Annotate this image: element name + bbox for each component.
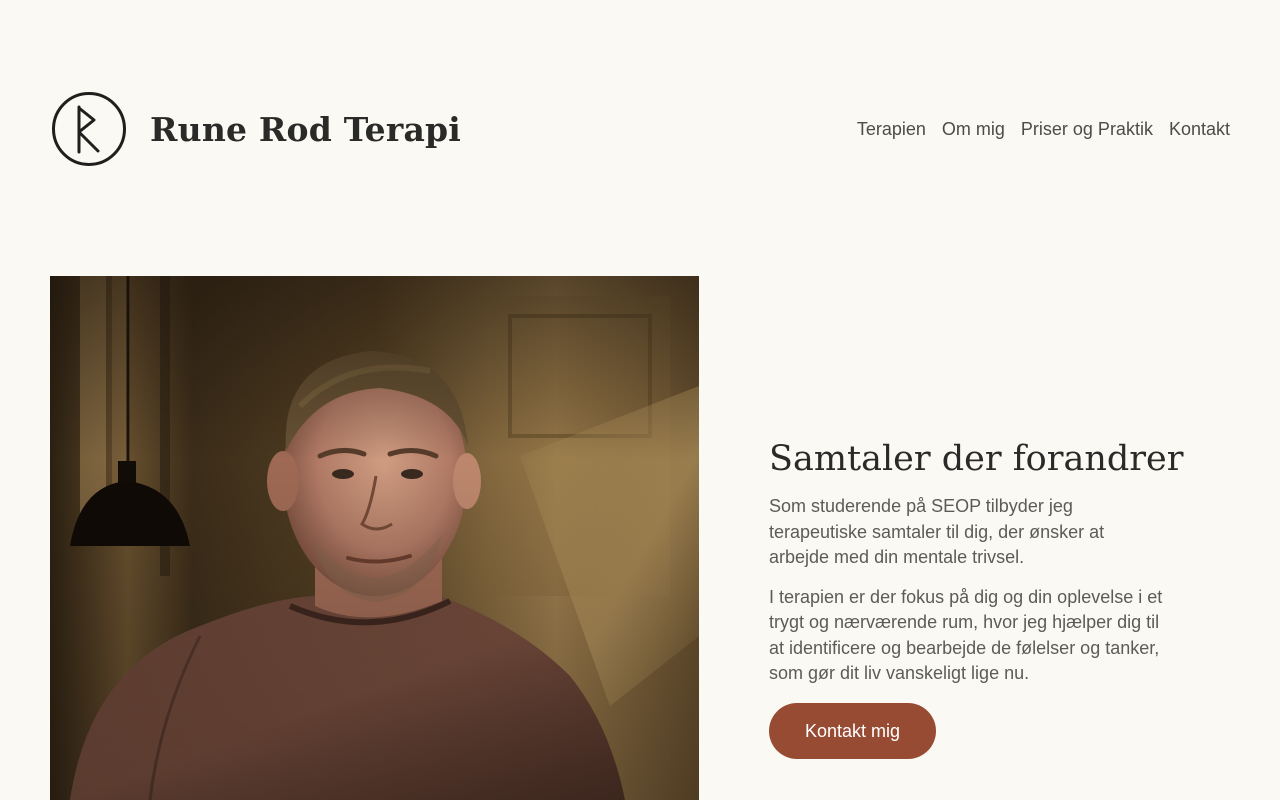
rune-logo-icon <box>52 92 126 166</box>
hero-heading: Samtaler der forandrer <box>769 439 1184 479</box>
portrait-illustration <box>50 276 699 800</box>
hero-paragraph-focus: I terapien er der fokus på dig og din op… <box>769 586 1163 684</box>
nav-item-terapien[interactable]: Terapien <box>857 119 926 140</box>
contact-me-button[interactable]: Kontakt mig <box>769 702 937 759</box>
nav-item-priser-og-praktik[interactable]: Priser og Praktik <box>1021 119 1153 140</box>
brand-link[interactable]: Rune Rod Terapi <box>50 90 461 168</box>
hero-text: Samtaler der forandrer Som studerende på… <box>769 436 1184 759</box>
nav-item-kontakt[interactable]: Kontakt <box>1169 119 1230 140</box>
hero-paragraph-intro: Som studerende på SEOP tilbyder jeg tera… <box>769 496 1105 567</box>
nav-item-om-mig[interactable]: Om mig <box>942 119 1005 140</box>
site-header: Rune Rod Terapi Terapien Om mig Priser o… <box>50 90 1230 168</box>
portrait-photo <box>50 276 699 800</box>
main-nav: Terapien Om mig Priser og Praktik Kontak… <box>857 119 1230 140</box>
site-title: Rune Rod Terapi <box>150 109 462 149</box>
